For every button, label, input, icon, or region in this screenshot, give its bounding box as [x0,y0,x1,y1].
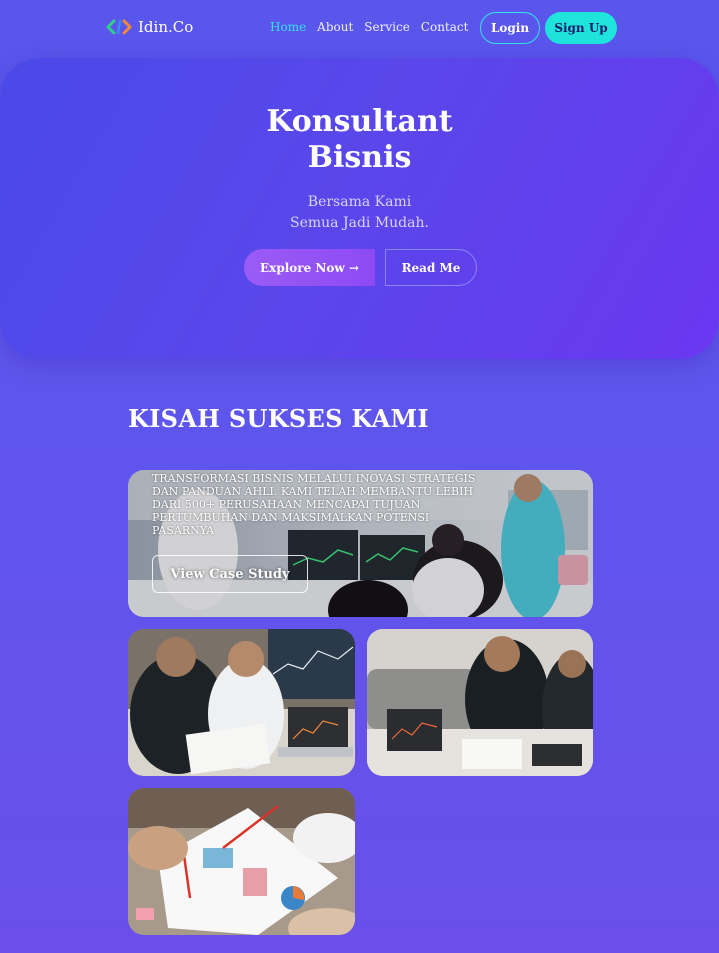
nav-contact-link[interactable]: Contact [421,20,469,34]
document-review-photo [128,788,355,935]
brand-logo[interactable]: Idin.Co [106,17,193,37]
explore-now-button[interactable]: Explore Now → [244,249,375,286]
read-me-button[interactable]: Read Me [385,249,477,286]
hero-subtitle: Bersama Kami Semua Jadi Mudah. [0,192,719,234]
featured-case-description: Transformasi Bisnis Melalui Inovasi Stra… [152,472,476,537]
laptop-analysis-photo [367,629,593,776]
view-case-study-button[interactable]: View Case Study [152,555,308,593]
hero-subtitle-line-2: Semua Jadi Mudah. [290,215,429,231]
featured-case-card[interactable]: Transformasi Bisnis Melalui Inovasi Stra… [128,470,593,617]
hero-subtitle-line-1: Bersama Kami [307,194,412,210]
hero-title-line-2: Bisnis [307,140,412,175]
nav-service-link[interactable]: Service [364,20,410,34]
nav-about-link[interactable]: About [317,20,353,34]
business-meeting-photo [128,629,355,776]
hero-title: Konsultant Bisnis [0,104,719,176]
brand-name: Idin.Co [138,18,194,36]
hero-section: Konsultant Bisnis Bersama Kami Semua Jad… [0,58,719,359]
top-navbar: Idin.Co Home About Service Contact Login… [0,0,719,56]
main-menu: Home About Service Contact [270,20,468,34]
signup-button[interactable]: Sign Up [545,12,617,44]
login-button[interactable]: Login [480,12,540,44]
case-card-4[interactable] [128,788,355,935]
code-brackets-icon [106,17,132,37]
nav-home-link[interactable]: Home [270,20,306,34]
section-title: KISAH SUKSES KAMI [128,404,429,433]
hero-title-line-1: Konsultant [266,104,453,139]
case-card-2[interactable] [128,629,355,776]
case-card-3[interactable] [367,629,593,776]
